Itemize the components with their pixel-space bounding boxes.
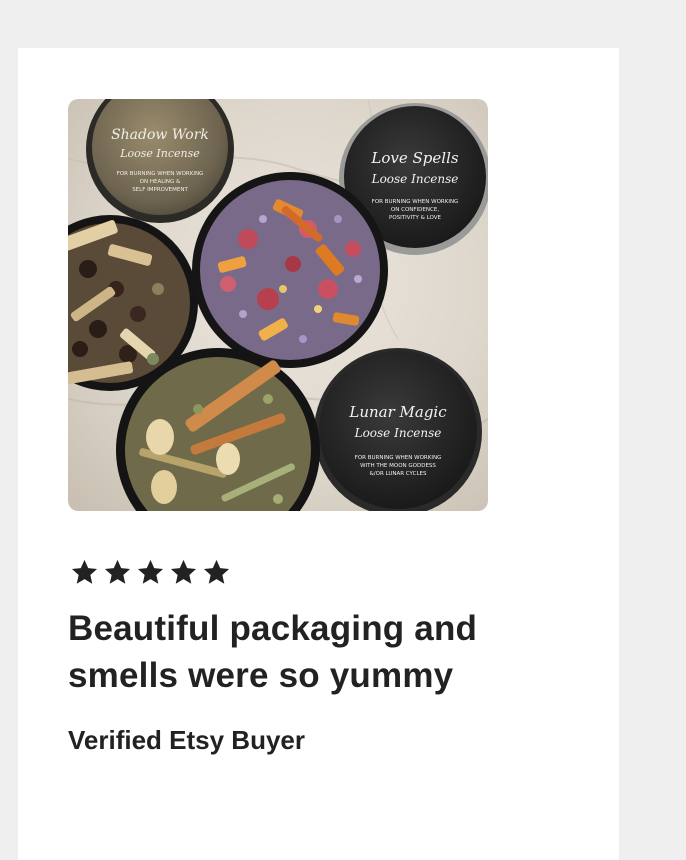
svg-text:Loose Incense: Loose Incense [371, 172, 459, 186]
svg-text:Loose Incense: Loose Incense [119, 147, 200, 160]
svg-text:WITH THE MOON GODDESS: WITH THE MOON GODDESS [360, 463, 436, 469]
open-tin-center [192, 172, 388, 368]
svg-text:Shadow Work: Shadow Work [111, 127, 209, 143]
reviewer-name: Verified Etsy Buyer [68, 725, 305, 755]
svg-text:POSITIVITY & LOVE: POSITIVITY & LOVE [389, 215, 441, 221]
svg-text:ON HEALING &: ON HEALING & [140, 179, 181, 185]
svg-text:Love Spells: Love Spells [370, 149, 458, 167]
star-icon [71, 559, 98, 584]
svg-text:FOR BURNING WHEN WORKING: FOR BURNING WHEN WORKING [355, 455, 442, 461]
star-icon [203, 559, 230, 584]
svg-text:FOR BURNING WHEN WORKING: FOR BURNING WHEN WORKING [372, 199, 459, 205]
star-icon [170, 559, 197, 584]
svg-text:Lunar Magic: Lunar Magic [348, 403, 447, 421]
svg-text:&/OR LUNAR CYCLES: &/OR LUNAR CYCLES [370, 471, 427, 477]
star-rating [70, 552, 231, 592]
review-photo[interactable]: Shadow Work Loose Incense FOR BURNING WH… [68, 99, 488, 511]
svg-text:FOR BURNING WHEN WORKING: FOR BURNING WHEN WORKING [117, 171, 204, 177]
svg-text:Loose Incense: Loose Incense [354, 426, 442, 440]
svg-text:SELF IMPROVEMENT: SELF IMPROVEMENT [132, 187, 188, 193]
review-headline: Beautiful packaging and smells were so y… [68, 609, 478, 695]
star-icon [137, 559, 164, 584]
svg-text:ON CONFIDENCE,: ON CONFIDENCE, [391, 207, 439, 213]
lunar-magic-tin: Lunar Magic Loose Incense FOR BURNING WH… [314, 348, 482, 511]
star-icon [104, 559, 131, 584]
review-card: Shadow Work Loose Incense FOR BURNING WH… [18, 48, 619, 860]
